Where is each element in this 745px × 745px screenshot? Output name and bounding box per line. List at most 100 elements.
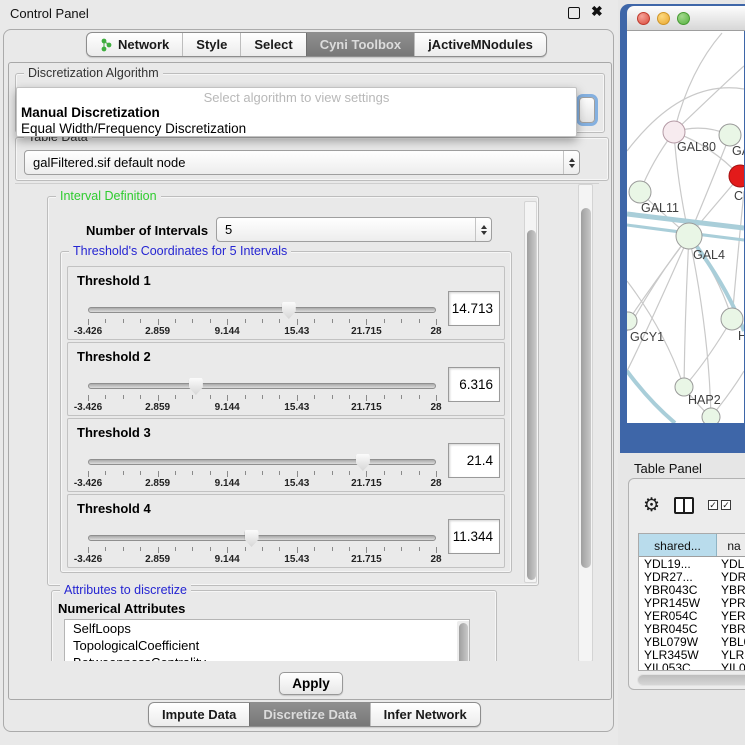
table-row[interactable]: YDL19...YDL19 — [639, 557, 745, 570]
minimize-traffic-light-icon[interactable] — [657, 12, 670, 25]
network-edge[interactable] — [684, 319, 732, 387]
tab-label: Cyni Toolbox — [320, 37, 401, 52]
slider-thumb[interactable] — [356, 454, 370, 471]
slider-thumb[interactable] — [189, 378, 203, 395]
mode-tab-label: Impute Data — [162, 707, 236, 722]
network-node[interactable] — [676, 223, 702, 249]
table-rows: YDL19...YDL19YDR27...YDR27YBR043CYBR04YP… — [639, 557, 745, 671]
table-header-row: shared...na — [639, 534, 745, 557]
tick-mark — [366, 471, 367, 477]
network-node[interactable] — [629, 181, 651, 203]
threshold-slider[interactable]: -3.4262.8599.14415.4321.71528 — [88, 531, 436, 565]
network-node[interactable] — [721, 308, 743, 330]
network-node[interactable] — [729, 165, 744, 187]
table-row[interactable]: YER054CYER05 — [639, 609, 745, 622]
tick-mark — [175, 319, 176, 323]
threshold-value-field[interactable]: 11.344 — [448, 519, 500, 554]
table-horizontal-scrollbar-thumb[interactable] — [638, 675, 745, 685]
table-data-combo[interactable]: galFiltered.sif default node — [24, 150, 580, 175]
network-node[interactable] — [702, 408, 720, 423]
attribute-list-item[interactable]: BetweennessCentrality — [65, 654, 469, 661]
table-row[interactable]: YPR145WYPR14 — [639, 596, 745, 609]
mode-tab-impute-data[interactable]: Impute Data — [149, 703, 249, 726]
threshold-slider[interactable]: -3.4262.8599.14415.4321.71528 — [88, 379, 436, 413]
algorithm-option[interactable]: Equal Width/Frequency Discretization — [21, 121, 246, 136]
table-row[interactable]: YBR045CYBR04 — [639, 622, 745, 635]
attribute-list-item[interactable]: SelfLoops — [65, 620, 469, 637]
mode-tab-infer-network[interactable]: Infer Network — [370, 703, 480, 726]
algorithm-combo-stepper[interactable] — [579, 97, 595, 123]
network-window-titlebar[interactable] — [627, 6, 745, 31]
zoom-traffic-light-icon[interactable] — [677, 12, 690, 25]
checkbox-icon[interactable]: ✓ — [708, 500, 718, 510]
threshold-value-field[interactable]: 21.4 — [448, 443, 500, 478]
table-row[interactable]: YLR345WYLR34 — [639, 648, 745, 661]
node-attribute-table[interactable]: shared...na YDL19...YDL19YDR27...YDR27YB… — [638, 533, 745, 671]
tick-mark — [210, 319, 211, 323]
tick-mark — [245, 319, 246, 323]
table-row[interactable]: YDR27...YDR27 — [639, 570, 745, 583]
tab-jactivemnodules[interactable]: jActiveMNodules — [414, 33, 546, 56]
slider-track[interactable] — [88, 459, 436, 465]
network-canvas[interactable]: GAL80GACGAL11GAL4GCY1HHAP2 — [627, 31, 744, 423]
control-panel: Control Panel ✖ NetworkStyleSelectCyni T… — [0, 0, 618, 745]
table-column-header[interactable]: na — [717, 534, 745, 556]
tick-label: 28 — [430, 554, 441, 565]
attributes-scrollbar-thumb[interactable] — [459, 623, 468, 661]
network-edge[interactable] — [627, 371, 675, 423]
network-edge[interactable] — [684, 236, 689, 387]
apply-button[interactable]: Apply — [279, 672, 343, 695]
threshold-slider[interactable]: -3.4262.8599.14415.4321.71528 — [88, 455, 436, 489]
tab-select[interactable]: Select — [240, 33, 305, 56]
combo-stepper-icon[interactable] — [475, 218, 491, 241]
float-window-icon[interactable] — [568, 7, 580, 19]
numerical-attributes-list[interactable]: SelfLoopsTopologicalCoefficientBetweenne… — [64, 619, 470, 661]
combo-stepper-icon[interactable] — [563, 151, 579, 174]
algorithm-option[interactable]: Manual Discretization — [21, 105, 160, 120]
table-column-header[interactable]: shared... — [639, 534, 717, 556]
network-edge[interactable] — [732, 191, 744, 319]
settings-scrollbar[interactable] — [578, 184, 593, 661]
tick-mark — [332, 319, 333, 323]
tab-cyni-toolbox[interactable]: Cyni Toolbox — [306, 33, 414, 56]
slider-thumb[interactable] — [245, 530, 259, 547]
tick-mark — [279, 395, 280, 399]
checkbox-icon[interactable]: ✓ — [721, 500, 731, 510]
tick-mark — [227, 395, 228, 401]
settings-scrollbar-thumb[interactable] — [581, 208, 591, 568]
threshold-value-field[interactable]: 14.713 — [448, 291, 500, 326]
gear-icon[interactable]: ⚙ — [643, 496, 660, 515]
tab-style[interactable]: Style — [182, 33, 240, 56]
tab-network[interactable]: Network — [87, 33, 182, 56]
network-edge[interactable] — [627, 236, 689, 371]
slider-track[interactable] — [88, 383, 436, 389]
close-traffic-light-icon[interactable] — [637, 12, 650, 25]
threshold-slider[interactable]: -3.4262.8599.14415.4321.71528 — [88, 303, 436, 337]
network-node[interactable] — [719, 124, 741, 146]
attribute-list-item[interactable]: TopologicalCoefficient — [65, 637, 469, 654]
table-row[interactable]: YBL079WYBL07 — [639, 635, 745, 648]
close-icon[interactable]: ✖ — [591, 3, 603, 20]
tick-mark — [436, 547, 437, 553]
table-row[interactable]: YIL053CYIL05 — [639, 661, 745, 671]
number-of-intervals-combo[interactable]: 5 — [216, 217, 492, 242]
split-columns-icon[interactable] — [674, 497, 694, 514]
network-edge[interactable] — [674, 33, 722, 132]
interval-scrollbar[interactable] — [524, 201, 537, 583]
column-selection-icons[interactable]: ✓ ✓ — [708, 500, 731, 510]
threshold-value-field[interactable]: 6.316 — [448, 367, 500, 402]
attributes-scrollbar[interactable] — [457, 621, 470, 661]
algorithm-hint-option[interactable]: Select algorithm to view settings — [17, 90, 576, 105]
slider-thumb[interactable] — [282, 302, 296, 319]
interval-scrollbar-thumb[interactable] — [527, 230, 536, 580]
tick-mark — [105, 395, 106, 399]
tick-label: 2.859 — [145, 478, 170, 489]
table-horizontal-scrollbar[interactable] — [637, 674, 745, 686]
tick-mark — [140, 319, 141, 323]
tick-mark — [123, 547, 124, 551]
tick-mark — [158, 395, 159, 401]
table-row[interactable]: YBR043CYBR04 — [639, 583, 745, 596]
slider-track[interactable] — [88, 535, 436, 541]
slider-track[interactable] — [88, 307, 436, 313]
mode-tab-discretize-data[interactable]: Discretize Data — [249, 703, 369, 726]
